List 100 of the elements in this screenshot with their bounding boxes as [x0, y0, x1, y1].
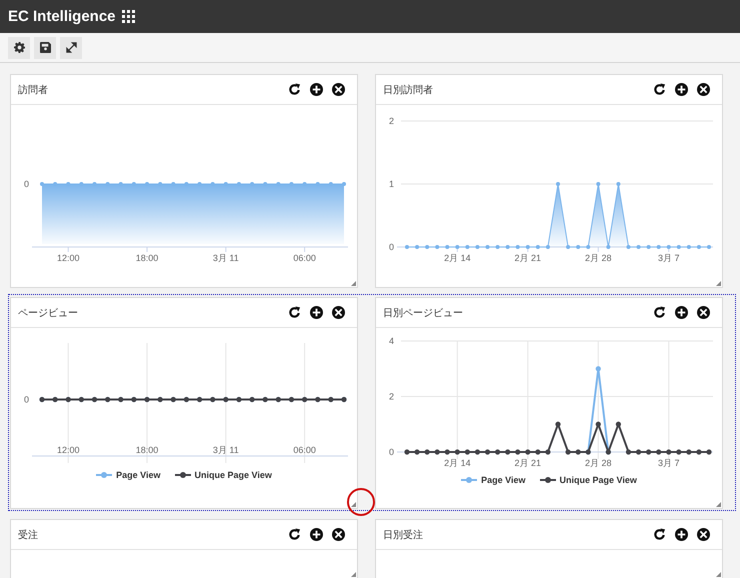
data-point: [486, 245, 490, 249]
close-icon[interactable]: [697, 528, 710, 541]
refresh-icon[interactable]: [288, 83, 301, 96]
axis-label: 3月 11: [212, 445, 239, 455]
fullscreen-button[interactable]: [60, 36, 82, 58]
data-point: [706, 449, 712, 455]
data-point: [666, 449, 672, 455]
close-icon[interactable]: [697, 306, 710, 319]
close-icon[interactable]: [697, 83, 710, 96]
add-icon[interactable]: [310, 306, 323, 319]
data-point: [465, 245, 470, 249]
data-point: [526, 245, 530, 249]
panel-title: ページビュー: [18, 306, 78, 320]
data-point: [505, 449, 510, 455]
data-point: [464, 449, 470, 455]
legend-label[interactable]: Unique Page View: [560, 475, 637, 485]
data-point: [424, 449, 430, 455]
highlight-circle: [347, 488, 375, 516]
refresh-icon[interactable]: [653, 306, 666, 319]
data-point: [686, 449, 692, 455]
data-point: [565, 449, 571, 455]
resize-handle[interactable]: [716, 572, 721, 577]
close-icon[interactable]: [332, 528, 345, 541]
data-point: [516, 245, 520, 249]
add-icon[interactable]: [310, 528, 323, 541]
data-point: [636, 245, 641, 249]
refresh-icon[interactable]: [653, 83, 666, 96]
data-point: [455, 245, 460, 249]
axis-label: 2月 14: [444, 458, 471, 468]
data-point: [475, 245, 480, 249]
axis-label: 2月 14: [444, 253, 471, 263]
data-point: [686, 245, 691, 249]
data-point: [405, 245, 409, 249]
refresh-icon[interactable]: [288, 528, 301, 541]
axis-label: 2月 28: [585, 458, 612, 468]
axis-label: 1: [388, 179, 394, 189]
data-point: [606, 245, 610, 249]
data-point: [616, 182, 620, 186]
data-point: [435, 245, 440, 249]
data-point: [566, 245, 570, 249]
data-point: [484, 449, 490, 455]
axis-label: 3月 7: [658, 253, 680, 263]
data-point: [656, 245, 661, 249]
data-point: [535, 449, 540, 455]
data-point: [646, 245, 651, 249]
panel-title: 訪問者: [18, 84, 48, 96]
close-icon[interactable]: [332, 83, 345, 96]
legend-label[interactable]: Page View: [116, 470, 160, 480]
data-point: [676, 245, 681, 249]
resize-handle[interactable]: [716, 281, 721, 286]
axis-label: 12:00: [57, 253, 80, 263]
data-point: [444, 449, 450, 455]
close-icon[interactable]: [332, 306, 345, 319]
data-point: [666, 245, 671, 249]
panel-title: 日別訪問者: [383, 84, 433, 96]
legend-marker-icon: [461, 477, 478, 483]
axis-label: 3月 11: [212, 253, 239, 263]
data-point: [404, 449, 410, 455]
gear-icon: [14, 42, 24, 53]
data-point: [576, 449, 581, 455]
data-point: [636, 449, 642, 455]
add-icon[interactable]: [310, 83, 323, 96]
data-point: [515, 449, 520, 455]
add-icon[interactable]: [675, 528, 688, 541]
axis-label: 12:00: [57, 445, 80, 455]
data-point: [496, 245, 500, 249]
add-icon[interactable]: [675, 83, 688, 96]
legend-label[interactable]: Page View: [481, 475, 526, 485]
axis-label: 4: [388, 336, 394, 346]
data-point: [434, 449, 440, 455]
data-point: [707, 245, 711, 249]
data-point: [545, 449, 551, 455]
axis-label: 2月 21: [514, 253, 542, 263]
axis-label: 0: [388, 242, 394, 252]
settings-button[interactable]: [8, 36, 30, 58]
resize-handle[interactable]: [716, 502, 721, 507]
data-point: [596, 422, 601, 427]
legend-marker-icon: [540, 477, 556, 483]
apps-grid-icon[interactable]: [122, 10, 135, 23]
resize-handle[interactable]: [351, 281, 356, 286]
legend-label[interactable]: Unique Page View: [194, 470, 272, 480]
save-button[interactable]: [34, 36, 56, 58]
data-point: [556, 182, 560, 186]
panel-title: 日別ページビュー: [383, 306, 463, 320]
resize-handle[interactable]: [351, 502, 356, 507]
axis-label: 0: [388, 447, 394, 457]
data-point: [656, 449, 662, 455]
refresh-icon[interactable]: [288, 306, 301, 319]
add-icon[interactable]: [675, 306, 688, 319]
data-point: [474, 449, 480, 455]
data-point: [546, 245, 550, 249]
data-point: [576, 245, 580, 249]
refresh-icon[interactable]: [653, 528, 666, 541]
data-point: [676, 449, 682, 455]
data-point: [445, 245, 450, 249]
expand-arrows-icon: [66, 42, 76, 53]
panel-title: 受注: [18, 528, 38, 542]
resize-handle[interactable]: [351, 572, 356, 577]
data-point: [506, 245, 510, 249]
data-point: [555, 422, 561, 427]
